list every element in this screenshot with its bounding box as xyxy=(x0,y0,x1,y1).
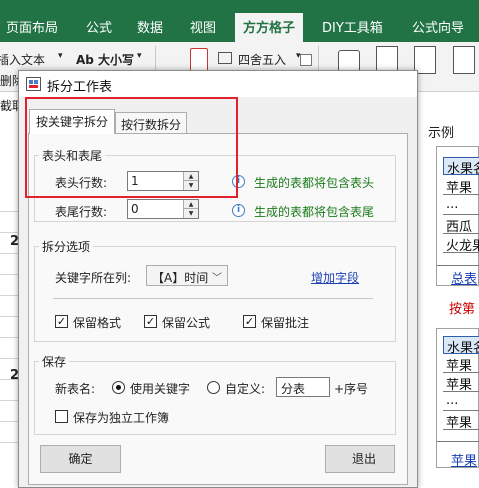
round-button[interactable]: 四舍五入 xyxy=(238,51,286,68)
example-cell: ... xyxy=(443,197,479,215)
grid-tool-icon[interactable] xyxy=(453,46,475,74)
ribbon-tab-formulas[interactable]: 公式 xyxy=(86,17,112,36)
footer-hint: 生成的表都将包含表尾 xyxy=(254,205,375,219)
group-title: 拆分选项 xyxy=(39,238,94,255)
divider xyxy=(53,298,373,299)
dialog-title: 拆分工作表 xyxy=(47,80,113,95)
keep-format-checkbox[interactable]: ✓ xyxy=(55,315,68,328)
ribbon-tab-diy-toolbox[interactable]: DIY工具箱 xyxy=(322,17,383,36)
ok-button[interactable]: 确定 xyxy=(40,445,121,473)
keep-formula-label: 保留公式 xyxy=(162,316,211,330)
example-total-table: 水果名 苹果 ... 西瓜 火龙果 总表 xyxy=(436,146,479,287)
ribbon-tab-fangfang[interactable]: 方方格子 xyxy=(235,13,304,42)
example-cell: 苹果 xyxy=(443,374,479,392)
example-cell: ... xyxy=(443,393,479,411)
example-cell: 火龙果 xyxy=(443,235,479,253)
keep-formula-checkbox[interactable]: ✓ xyxy=(144,315,157,328)
keep-format-label: 保留格式 xyxy=(73,316,122,330)
footer-rows-label: 表尾行数: xyxy=(55,205,108,219)
example-cell: 苹果 xyxy=(443,177,479,195)
example-split-table: 水果名 苹果 苹果 ... 苹果 苹果 xyxy=(436,328,479,469)
keep-comments-label: 保留批注 xyxy=(261,316,310,330)
highlight-box xyxy=(25,97,238,198)
ribbon-tab-view[interactable]: 视图 xyxy=(190,17,216,36)
info-icon: i xyxy=(232,204,245,217)
stepper-up-icon[interactable]: ▲ xyxy=(184,200,198,209)
grid-icon xyxy=(218,52,232,64)
example-cell: 苹果 xyxy=(443,412,479,430)
chevron-down-icon: ▾ xyxy=(137,51,142,61)
key-column-label: 关键字所在列: xyxy=(55,271,132,285)
checkbox-icon[interactable] xyxy=(300,54,312,66)
keep-comments-checkbox[interactable]: ✓ xyxy=(243,315,256,328)
example-title: 示例 xyxy=(428,126,455,141)
footer-rows-stepper[interactable]: 0 ▲ ▼ xyxy=(127,199,199,219)
use-keyword-radio[interactable] xyxy=(112,381,125,394)
save-as-workbook-label: 保存为独立工作簿 xyxy=(73,411,170,425)
stepper-down-icon[interactable]: ▼ xyxy=(184,209,198,218)
group-title: 保存 xyxy=(39,353,70,370)
new-name-label: 新表名: xyxy=(55,382,96,396)
ribbon-tab-page-layout[interactable]: 页面布局 xyxy=(6,17,58,36)
custom-name-label: 自定义: xyxy=(225,382,266,396)
header-hint: 生成的表都将包含表头 xyxy=(254,176,375,190)
example-cell: 水果名 xyxy=(443,157,479,175)
app-icon xyxy=(26,77,41,91)
save-as-workbook-checkbox[interactable] xyxy=(55,410,68,423)
example-cell: 苹果 xyxy=(443,355,479,373)
custom-name-input[interactable]: 分表 xyxy=(276,377,330,397)
example-sheet-tab: 苹果 xyxy=(451,454,478,469)
dialog-titlebar[interactable]: 拆分工作表 xyxy=(19,71,417,97)
chevron-down-icon: ﹀ xyxy=(212,273,222,284)
size-case-button[interactable]: Ab 大小写 xyxy=(76,51,134,68)
use-keyword-label: 使用关键字 xyxy=(130,382,191,396)
ribbon-tab-bar: 页面布局 公式 数据 视图 方方格子 DIY工具箱 公式向导 xyxy=(0,0,479,42)
key-column-select[interactable]: 【A】时间 ﹀ xyxy=(146,265,228,286)
chevron-down-icon: ▾ xyxy=(58,51,63,61)
example-caption: 按第 xyxy=(449,302,476,317)
footer-rows-value: 0 xyxy=(131,202,139,216)
insert-text-button[interactable]: 插入文本 xyxy=(0,51,45,68)
example-sheet-tab: 总表 xyxy=(451,272,478,287)
serial-suffix-label: +序号 xyxy=(334,382,369,396)
ribbon-tab-data[interactable]: 数据 xyxy=(137,17,163,36)
example-cell: 水果名 xyxy=(443,336,479,354)
exit-button[interactable]: 退出 xyxy=(325,445,395,473)
add-field-link[interactable]: 增加字段 xyxy=(311,269,359,286)
custom-name-radio[interactable] xyxy=(207,381,220,394)
example-cell: 西瓜 xyxy=(443,216,479,234)
ribbon-tab-formula-wizard[interactable]: 公式向导 xyxy=(412,17,464,36)
